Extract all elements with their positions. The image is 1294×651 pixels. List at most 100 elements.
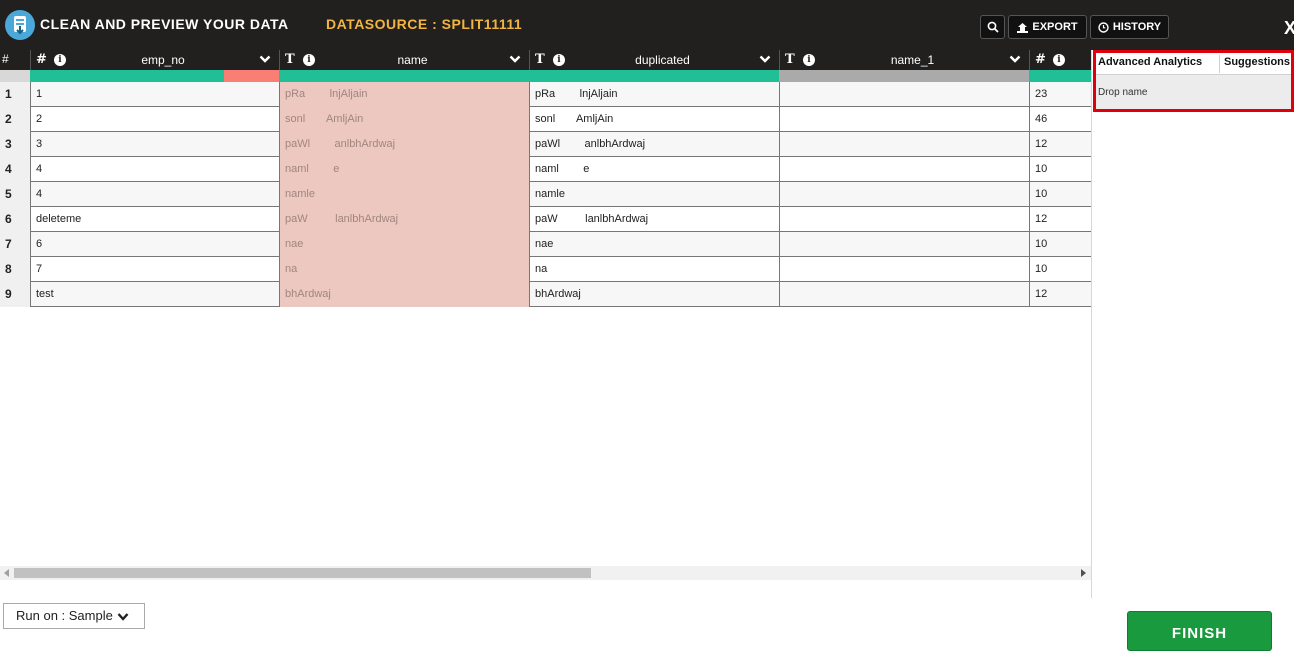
row-number-header: #	[2, 52, 9, 66]
finish-button[interactable]: FINISH	[1127, 611, 1272, 651]
table-cell[interactable]: pRa lnjAljain	[279, 82, 529, 107]
chevron-down-icon	[117, 613, 129, 621]
app-logo-icon	[5, 10, 35, 40]
table-cell[interactable]: deleteme	[30, 207, 279, 232]
table-cell[interactable]	[779, 207, 1029, 232]
table-cell[interactable]: na	[279, 257, 529, 282]
row-number: 8	[0, 257, 30, 282]
column-header-col5[interactable]: # i	[1029, 50, 1091, 70]
suggestions-panel: Advanced Analytics Suggestions Drop name	[1093, 50, 1294, 112]
table-cell[interactable]	[779, 82, 1029, 107]
column-name: duplicated	[635, 53, 690, 67]
column-header-row: # # i emp_no Ti name Ti duplicated Ti name_1 # i	[0, 50, 1091, 70]
info-icon[interactable]: i	[1053, 54, 1065, 66]
tab-separator	[1219, 55, 1220, 73]
column-header-duplicated[interactable]: Ti duplicated	[529, 50, 779, 70]
quality-bar-name-1-empty[interactable]	[779, 70, 1029, 82]
table-cell[interactable]	[779, 257, 1029, 282]
table-cell[interactable]: namle	[529, 182, 779, 207]
quality-bar-duplicated-valid[interactable]	[529, 70, 779, 82]
table-cell[interactable]: naml e	[529, 157, 779, 182]
quality-bar-col5-valid[interactable]	[1029, 70, 1091, 82]
table-cell[interactable]: 10	[1029, 232, 1091, 257]
scroll-right-icon[interactable]	[1081, 569, 1086, 577]
run-on-dropdown[interactable]: Run on : Sample	[3, 603, 145, 629]
table-cell[interactable]: 10	[1029, 257, 1091, 282]
table-cell[interactable]: 10	[1029, 157, 1091, 182]
history-label: HISTORY	[1112, 21, 1162, 33]
info-icon[interactable]: i	[553, 54, 565, 66]
table-row: 1 1 pRa lnjAljain pRa lnjAljain 23	[0, 82, 1091, 107]
table-cell[interactable]: 12	[1029, 132, 1091, 157]
table-cell[interactable]: 12	[1029, 282, 1091, 307]
info-icon[interactable]: i	[303, 54, 315, 66]
table-cell[interactable]: sonl AmljAin	[529, 107, 779, 132]
table-cell[interactable]: paW lanlbhArdwaj	[279, 207, 529, 232]
table-cell[interactable]: 4	[30, 182, 279, 207]
column-header-name-1[interactable]: Ti name_1	[779, 50, 1029, 70]
table-cell[interactable]: 23	[1029, 82, 1091, 107]
export-label: EXPORT	[1032, 21, 1078, 33]
row-number: 1	[0, 82, 30, 107]
export-button[interactable]: EXPORT	[1008, 15, 1087, 39]
table-cell[interactable]: namle	[279, 182, 529, 207]
scrollbar-thumb[interactable]	[14, 568, 591, 578]
chevron-down-icon[interactable]	[759, 53, 771, 65]
tab-advanced-analytics[interactable]: Advanced Analytics	[1098, 56, 1202, 68]
history-button[interactable]: HISTORY	[1090, 15, 1169, 39]
column-name: name	[397, 53, 428, 67]
table-cell[interactable]: bhArdwaj	[529, 282, 779, 307]
info-icon[interactable]: i	[803, 54, 815, 66]
table-cell[interactable]	[779, 232, 1029, 257]
quality-bar-emp-no-valid[interactable]	[30, 70, 224, 82]
table-cell[interactable]: 3	[30, 132, 279, 157]
scroll-left-icon[interactable]	[4, 569, 9, 577]
table-cell[interactable]: pRa lnjAljain	[529, 82, 779, 107]
info-icon[interactable]: i	[54, 54, 66, 66]
table-cell[interactable]: 7	[30, 257, 279, 282]
quality-bar-name-valid[interactable]	[279, 70, 529, 82]
quality-bar-emp-no-invalid[interactable]	[224, 70, 279, 82]
search-button[interactable]	[980, 15, 1005, 39]
row-number: 9	[0, 282, 30, 307]
table-cell[interactable]: 10	[1029, 182, 1091, 207]
table-cell[interactable]	[779, 282, 1029, 307]
table-cell[interactable]: 12	[1029, 207, 1091, 232]
suggestion-drop-name[interactable]: Drop name	[1098, 87, 1147, 98]
tab-suggestions[interactable]: Suggestions	[1224, 56, 1290, 68]
table-cell[interactable]: 46	[1029, 107, 1091, 132]
horizontal-scrollbar[interactable]	[0, 566, 1091, 580]
table-cell[interactable]	[779, 132, 1029, 157]
table-cell[interactable]: paWl anlbhArdwaj	[529, 132, 779, 157]
table-cell[interactable]: naml e	[279, 157, 529, 182]
table-row: 7 6 nae nae 10	[0, 232, 1091, 257]
table-cell[interactable]: na	[529, 257, 779, 282]
run-on-label: Run on : Sample	[16, 608, 113, 623]
column-header-emp-no[interactable]: # i emp_no	[30, 50, 279, 70]
search-icon	[987, 21, 999, 33]
table-cell[interactable]: bhArdwaj	[279, 282, 529, 307]
close-button[interactable]: X	[1284, 18, 1294, 39]
table-cell[interactable]: 1	[30, 82, 279, 107]
table-cell[interactable]	[779, 157, 1029, 182]
table-cell[interactable]: nae	[279, 232, 529, 257]
column-header-name[interactable]: Ti name	[279, 50, 529, 70]
row-number: 3	[0, 132, 30, 157]
table-cell[interactable]: 4	[30, 157, 279, 182]
table-cell[interactable]: paW lanlbhArdwaj	[529, 207, 779, 232]
table-cell[interactable]: test	[30, 282, 279, 307]
panel-tabs: Advanced Analytics Suggestions	[1096, 53, 1291, 75]
chevron-down-icon[interactable]	[1009, 53, 1021, 65]
table-cell[interactable]: paWl anlbhArdwaj	[279, 132, 529, 157]
clock-icon	[1098, 21, 1109, 33]
table-cell[interactable]: nae	[529, 232, 779, 257]
table-cell[interactable]	[779, 182, 1029, 207]
table-cell[interactable]: sonl AmljAin	[279, 107, 529, 132]
chevron-down-icon[interactable]	[509, 53, 521, 65]
chevron-down-icon[interactable]	[259, 53, 271, 65]
table-cell[interactable]	[779, 107, 1029, 132]
quality-bar-spacer[interactable]	[0, 70, 30, 82]
table-cell[interactable]: 2	[30, 107, 279, 132]
table-cell[interactable]: 6	[30, 232, 279, 257]
datasource-title: DATASOURCE : SPLIT11111	[326, 16, 523, 32]
